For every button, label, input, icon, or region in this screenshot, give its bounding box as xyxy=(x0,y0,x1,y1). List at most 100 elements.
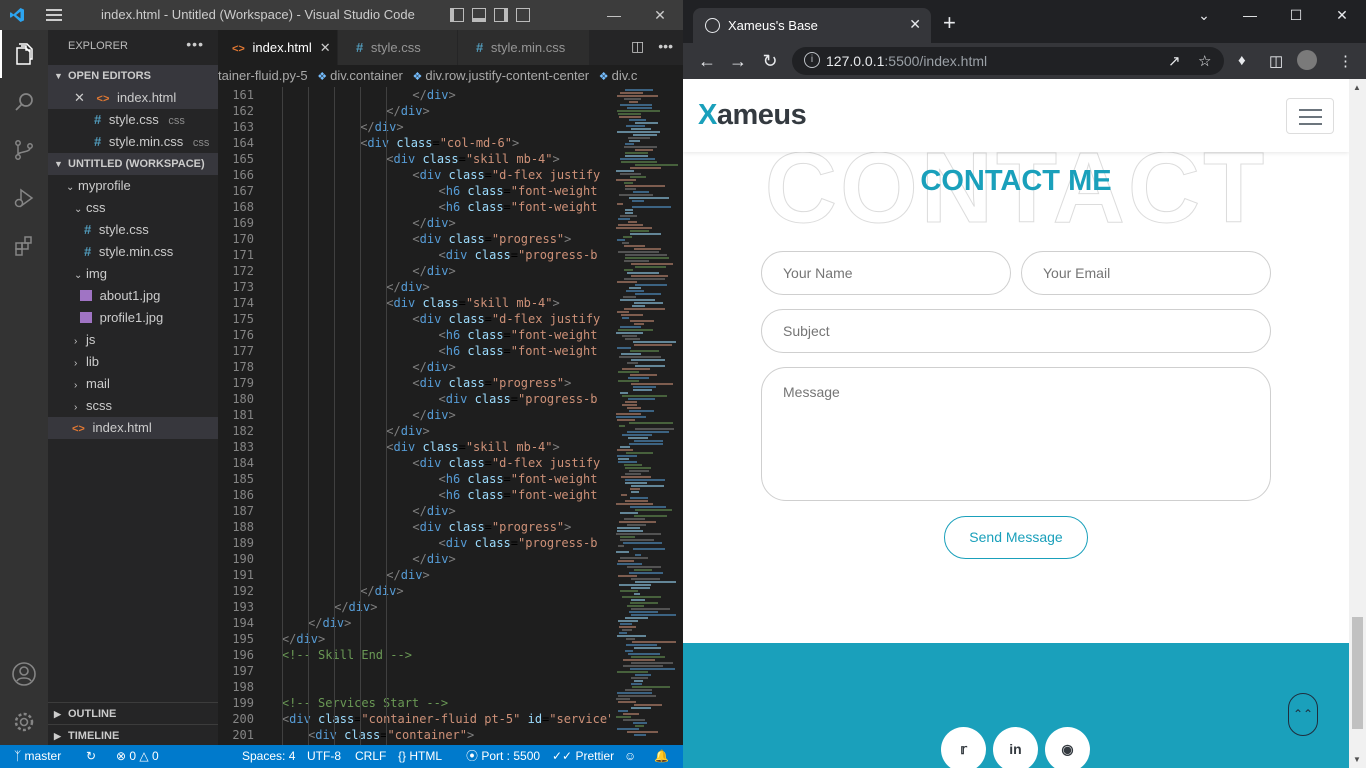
code-line[interactable]: 161 </div> xyxy=(218,87,610,103)
minimize-button[interactable]: — xyxy=(591,0,637,30)
timeline-section[interactable]: ▶ TIMELINE xyxy=(48,724,218,746)
side-panel-icon[interactable]: ◫ xyxy=(1269,52,1283,70)
code-line[interactable]: 182 </div> xyxy=(218,423,610,439)
scroll-down-icon[interactable]: ▼ xyxy=(1353,755,1361,764)
code-line[interactable]: 199 <!-- Services Start --> xyxy=(218,695,610,711)
tree-folder-img[interactable]: ⌄ img xyxy=(48,263,218,285)
tree-file-style-min-css[interactable]: # style.min.css xyxy=(48,241,218,263)
tree-folder-lib[interactable]: › lib xyxy=(48,351,218,373)
code-line[interactable]: 178 </div> xyxy=(218,359,610,375)
code-line[interactable]: 196 <!-- Skill End --> xyxy=(218,647,610,663)
customize-layout-icon[interactable] xyxy=(516,8,530,22)
subject-input[interactable] xyxy=(761,309,1271,353)
branch-status[interactable]: ᛉ master xyxy=(14,745,61,768)
toggle-secondary-sidebar-icon[interactable] xyxy=(494,8,508,22)
code-line[interactable]: 181 </div> xyxy=(218,407,610,423)
code-line[interactable]: 192 </div> xyxy=(218,583,610,599)
twitter-icon[interactable]: 𝕣 xyxy=(941,727,986,768)
breadcrumb-item[interactable]: div.row.justify-content-center xyxy=(425,68,589,83)
breadcrumb-item[interactable]: div.c xyxy=(612,68,638,83)
breadcrumb-item[interactable]: div.container xyxy=(330,68,403,83)
explorer-icon[interactable] xyxy=(0,30,48,78)
search-icon[interactable] xyxy=(0,78,48,126)
open-editors-section[interactable]: ▼ OPEN EDITORS xyxy=(48,65,218,87)
linkedin-icon[interactable]: in xyxy=(993,727,1038,768)
code-line[interactable]: 190 </div> xyxy=(218,551,610,567)
sync-icon[interactable]: ↻ xyxy=(86,745,96,768)
code-line[interactable]: 165 <div class="skill mb-4"> xyxy=(218,151,610,167)
toggle-sidebar-icon[interactable] xyxy=(450,8,464,22)
close-editor-icon[interactable]: ✕ xyxy=(74,90,85,105)
code-line[interactable]: 168 <h6 class="font-weight xyxy=(218,199,610,215)
close-tab-icon[interactable]: ✕ xyxy=(909,16,921,33)
code-line[interactable]: 166 <div class="d-flex justify xyxy=(218,167,610,183)
scrollbar-thumb[interactable] xyxy=(1352,617,1363,729)
code-line[interactable]: 188 <div class="progress"> xyxy=(218,519,610,535)
workspace-section[interactable]: ▼ UNTITLED (WORKSPACE) xyxy=(48,153,218,175)
email-input[interactable] xyxy=(1021,251,1271,295)
code-line[interactable]: 180 <div class="progress-b xyxy=(218,391,610,407)
code-line[interactable]: 172 </div> xyxy=(218,263,610,279)
code-line[interactable]: 171 <div class="progress-b xyxy=(218,247,610,263)
tree-folder-scss[interactable]: › scss xyxy=(48,395,218,417)
minimap[interactable] xyxy=(612,87,683,745)
code-line[interactable]: 198 xyxy=(218,679,610,695)
extensions-puzzle-icon[interactable]: ♦ xyxy=(1238,52,1246,69)
tab-search-icon[interactable]: ⌄ xyxy=(1181,0,1227,30)
open-editor-item-style-css[interactable]: # style.css css xyxy=(48,109,218,131)
prettier-status[interactable]: ✓✓ Prettier xyxy=(552,745,614,768)
manage-gear-icon[interactable] xyxy=(0,698,48,746)
navbar-toggle-button[interactable] xyxy=(1286,98,1334,134)
code-line[interactable]: 183 <div class="skill mb-4"> xyxy=(218,439,610,455)
tree-folder-mail[interactable]: › mail xyxy=(48,373,218,395)
live-server-status[interactable]: ⦿ Port : 5500 xyxy=(466,745,540,768)
code-line[interactable]: 197 xyxy=(218,663,610,679)
maximize-button[interactable]: ☐ xyxy=(1273,0,1319,30)
more-actions-icon[interactable]: ••• xyxy=(658,38,673,55)
browser-tab[interactable]: Xameus's Base ✕ xyxy=(693,8,931,43)
scroll-up-icon[interactable]: ▲ xyxy=(1353,83,1361,92)
code-line[interactable]: 163 </div> xyxy=(218,119,610,135)
open-editor-item-style-min-css[interactable]: # style.min.css css xyxy=(48,131,218,153)
code-line[interactable]: 187 </div> xyxy=(218,503,610,519)
profile-avatar[interactable] xyxy=(1297,50,1317,70)
send-message-button[interactable]: Send Message xyxy=(944,516,1088,559)
code-editor[interactable]: 161 </div> 162 </div> 163 </div> 164 <div class… xyxy=(218,87,610,745)
tree-folder-css[interactable]: ⌄ css xyxy=(48,197,218,219)
code-line[interactable]: 179 <div class="progress"> xyxy=(218,375,610,391)
toggle-panel-icon[interactable] xyxy=(472,8,486,22)
hamburger-menu-icon[interactable] xyxy=(46,9,62,21)
tree-folder-myprofile[interactable]: ⌄ myprofile xyxy=(48,175,218,197)
open-editor-item-index[interactable]: ✕ <> index.html xyxy=(48,87,218,109)
code-line[interactable]: 200 <div class="container-fluid pt-5" id=… xyxy=(218,711,610,727)
tab-index-html[interactable]: <> index.html ✕ xyxy=(218,30,337,65)
notifications-bell-icon[interactable]: 🔔 xyxy=(654,745,669,768)
code-line[interactable]: 173 </div> xyxy=(218,279,610,295)
source-control-icon[interactable] xyxy=(0,126,48,174)
code-line[interactable]: 184 <div class="d-flex justify xyxy=(218,455,610,471)
tab-style-min-css[interactable]: # style.min.css xyxy=(458,30,589,65)
forward-arrow-icon[interactable]: → xyxy=(726,49,750,73)
tree-file-style-css[interactable]: # style.css xyxy=(48,219,218,241)
problems-status[interactable]: ⊗ 0 △ 0 xyxy=(116,745,159,768)
tab-style-css[interactable]: # style.css xyxy=(338,30,457,65)
message-textarea[interactable] xyxy=(761,367,1271,501)
code-line[interactable]: 170 <div class="progress"> xyxy=(218,231,610,247)
code-line[interactable]: 177 <h6 class="font-weight xyxy=(218,343,610,359)
language-status[interactable]: {} HTML xyxy=(398,745,442,768)
code-line[interactable]: 167 <h6 class="font-weight xyxy=(218,183,610,199)
name-input[interactable] xyxy=(761,251,1011,295)
close-tab-icon[interactable]: ✕ xyxy=(320,40,331,55)
code-line[interactable]: 186 <h6 class="font-weight xyxy=(218,487,610,503)
code-line[interactable]: 174 <div class="skill mb-4"> xyxy=(218,295,610,311)
more-actions-icon[interactable]: ••• xyxy=(186,36,204,52)
code-line[interactable]: 176 <h6 class="font-weight xyxy=(218,327,610,343)
feedback-icon[interactable]: ☺ xyxy=(624,745,636,768)
encoding-status[interactable]: UTF-8 xyxy=(307,745,341,768)
reload-icon[interactable]: ↻ xyxy=(758,49,782,73)
breadcrumb-item[interactable]: tainer-fluid.py-5 xyxy=(218,68,308,83)
address-bar[interactable]: i 127.0.0.1:5500/index.html ↗ ☆ xyxy=(792,47,1224,75)
code-line[interactable]: 193 </div> xyxy=(218,599,610,615)
code-line[interactable]: 169 </div> xyxy=(218,215,610,231)
site-logo[interactable]: Xameus xyxy=(698,99,807,132)
